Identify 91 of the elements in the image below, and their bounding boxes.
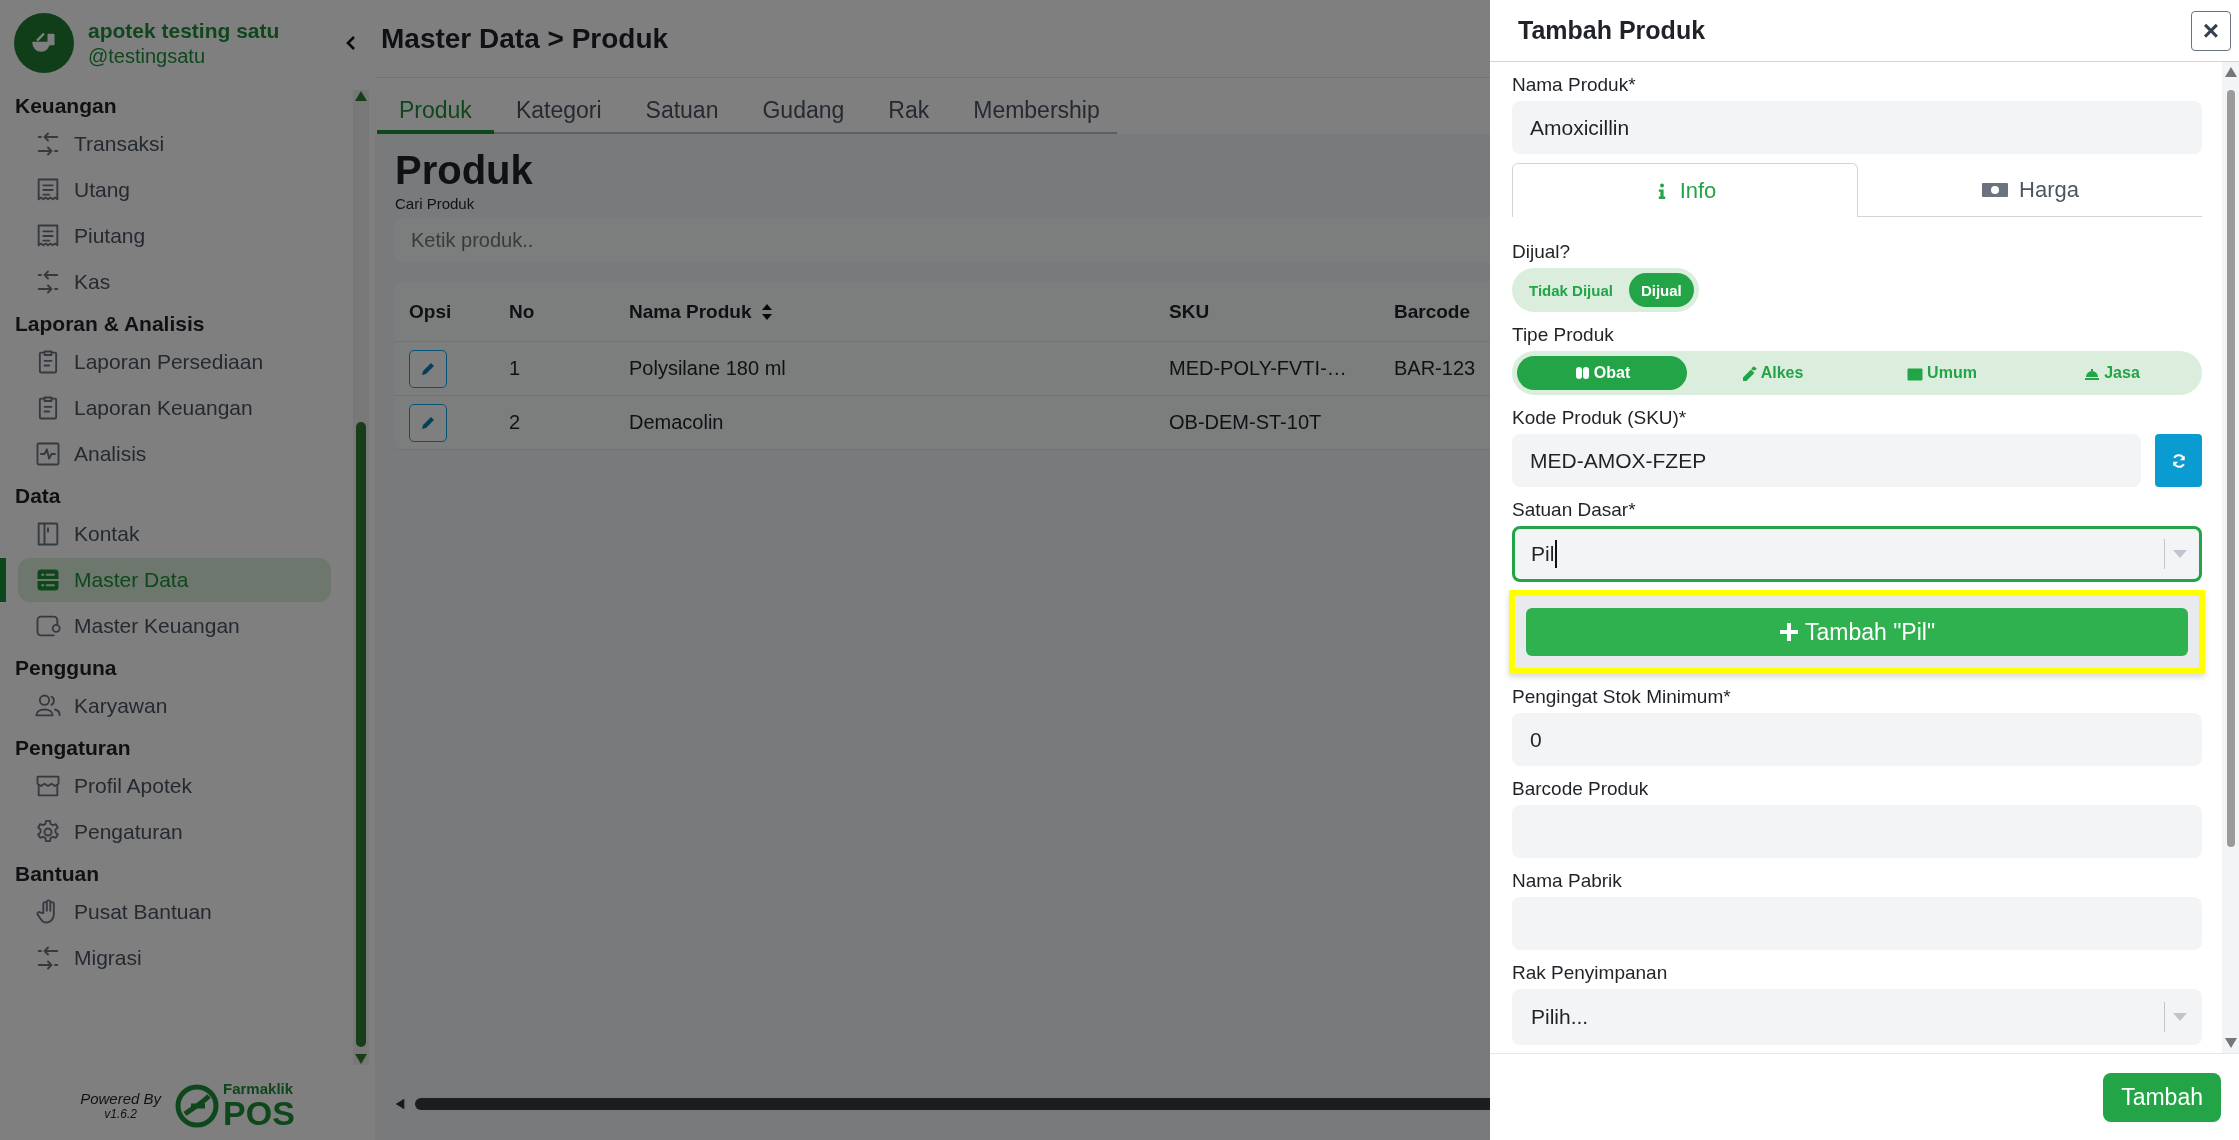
nav-item[interactable]: Laporan Keuangan [18,386,331,430]
tab[interactable]: Info [1512,163,1858,217]
nav-item[interactable]: Profil Apotek [18,764,331,808]
drawer-title: Tambah Produk [1518,16,1706,45]
nav-item[interactable]: Laporan Persediaan [18,340,331,384]
section-heading: Laporan & Analisis [14,311,206,337]
field-label: Pengingat Stok Minimum* [1512,686,1732,708]
scroll-down-icon[interactable] [354,1053,368,1065]
field-label: Dijual? [1512,241,1572,263]
scroll-up-icon[interactable] [354,90,368,102]
scrollbar-thumb[interactable] [2226,90,2235,847]
breadcrumb: Master Data > Produk [381,22,669,55]
column-header: Opsi [409,300,453,323]
pulse-icon [34,440,62,468]
column-header: Barcode [1394,300,1472,323]
tab[interactable]: Rak [866,78,952,134]
field-label: Tipe Produk [1512,324,1615,346]
input-field[interactable]: MED-AMOX-FZEP [1512,434,2141,487]
field-label: Nama Pabrik [1512,870,1623,892]
section-heading: Pengguna [14,655,118,681]
close-button[interactable]: × [2191,10,2231,51]
field-label: Rak Penyimpanan [1512,962,1669,984]
pencil-icon [420,360,436,377]
tab[interactable]: Membership [951,78,1122,134]
field-label: Satuan Dasar* [1512,499,1637,521]
username: @testingsatu [88,44,207,68]
nav-item[interactable]: Transaksi [18,122,331,166]
submit-button[interactable]: Tambah [2103,1072,2221,1122]
app-name: apotek testing satu [88,18,281,43]
table-cell: MED-POLY-FVTI-… [1169,357,1347,380]
tab[interactable]: Gudang [740,78,867,134]
input-field[interactable]: 0 [1512,713,2202,766]
section-heading: Pengaturan [14,735,132,761]
segment-option[interactable]: Umum [1857,356,2027,390]
version-label: v1.6.2 [104,1107,137,1121]
toggle-option[interactable]: Dijual [1628,273,1694,307]
table-cell: OB-DEM-ST-10T [1169,411,1322,434]
edit-button[interactable] [409,403,447,442]
nav-item[interactable]: Kontak [18,512,331,556]
edit-button[interactable] [409,349,447,388]
sort-icon[interactable] [761,302,774,321]
nav-item[interactable]: Piutang [18,214,331,258]
section-heading: Data [14,483,62,509]
table-cell: Polysilane 180 ml [629,357,786,380]
scrollbar-thumb[interactable] [356,422,366,1047]
toggle-option[interactable]: Tidak Dijual [1517,273,1625,307]
table-cell: Demacolin [629,411,724,434]
brand-name: Farmaklik [223,1081,295,1096]
field-label: Nama Produk* [1512,74,1637,96]
input-field[interactable]: Amoxicillin [1512,101,2202,154]
tab[interactable]: Kategori [493,78,624,134]
dropdown-icon [2173,550,2187,558]
nav-item[interactable]: Master Keuangan [18,604,331,648]
nav-item[interactable]: Utang [18,168,331,212]
column-header: Nama Produk [629,300,752,323]
field-label: Kode Produk (SKU)* [1512,407,1688,429]
section-heading: Keuangan [14,93,118,119]
pencil-icon [420,414,436,431]
nav-item[interactable]: Kas [18,260,331,304]
scroll-down-icon[interactable] [2223,1037,2238,1049]
table-cell: 2 [509,411,521,434]
nav-item[interactable]: Karyawan [18,684,331,728]
column-header: No [509,300,536,323]
table-cell: 1 [509,357,521,380]
field-label: Barcode Produk [1512,778,1650,800]
segment-option[interactable]: Jasa [2027,356,2197,390]
segment-option[interactable]: Obat [1517,356,1687,390]
nav-item[interactable]: Migrasi [18,936,331,980]
refresh-icon [2170,452,2187,469]
brand-name: POS [223,1096,295,1130]
powered-by-label: Powered By [80,1090,162,1107]
nav-item[interactable]: Pengaturan [18,810,331,854]
field-label: Cari Produk [395,195,475,212]
pills-icon [1573,365,1590,381]
box-icon [1907,365,1924,381]
nav-item[interactable]: Analisis [18,432,331,476]
tab[interactable]: Produk [377,78,494,134]
refresh-button[interactable] [2155,434,2202,487]
syringe-icon [1740,365,1757,381]
select-field[interactable]: Pilih... [1512,989,2202,1045]
column-header: SKU [1169,300,1211,323]
dropdown-icon [2173,1013,2187,1021]
nav-item[interactable]: Pusat Bantuan [18,890,331,934]
table-cell: BAR-123 [1394,357,1476,380]
segment-option[interactable]: Alkes [1687,356,1857,390]
section-heading: Bantuan [14,861,100,887]
page-title: Produk [395,148,533,193]
tab[interactable]: Satuan [623,78,741,134]
add-option-button[interactable]: Tambah "Pil" [1526,608,2188,656]
combo-box[interactable]: Pil [1512,526,2202,582]
plus-icon [1778,622,1799,642]
